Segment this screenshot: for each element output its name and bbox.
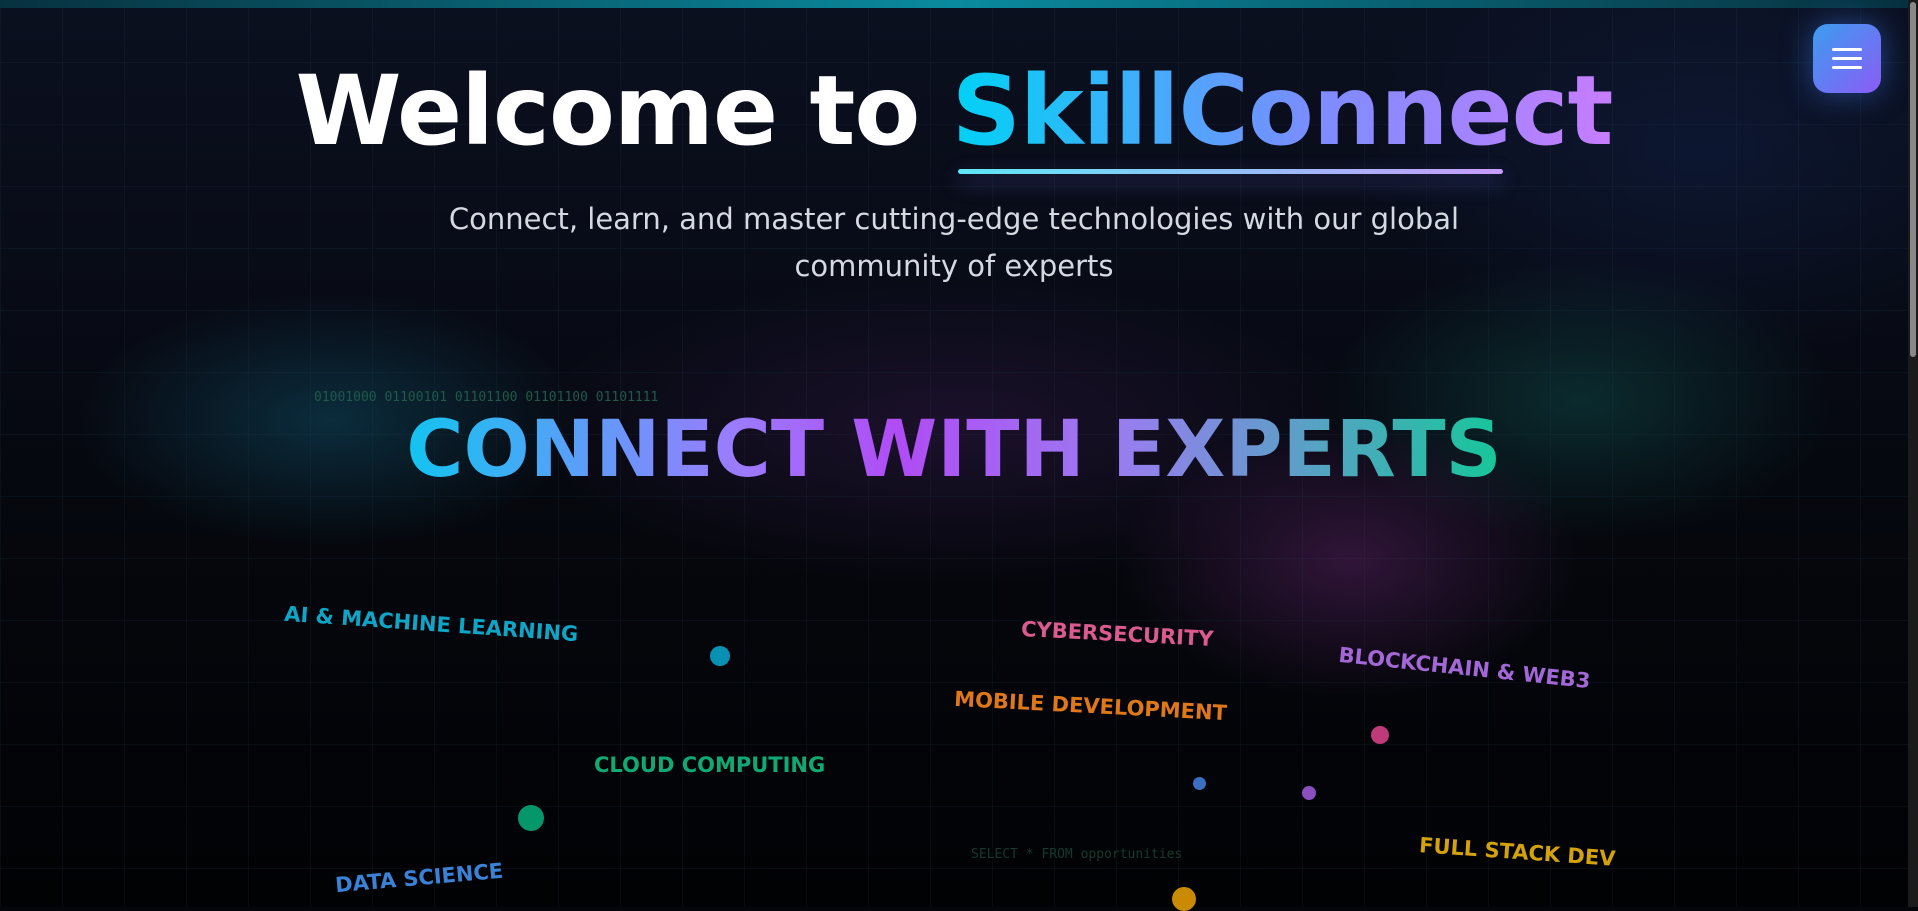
brand-name: SkillConnect [951,55,1614,167]
top-accent-bar [0,0,1908,8]
title-prefix: Welcome to [295,55,921,167]
binary-decoration: 01001000 01100101 01101100 01101100 0110… [314,390,659,405]
node-dot [710,646,730,666]
page-title: Welcome to SkillConnect [0,55,1908,167]
node-dot [1371,726,1389,744]
node-dot [518,805,544,831]
section-title-text: CONNECT WITH EXPERTS [406,405,1502,495]
scrollbar-thumb[interactable] [1910,2,1916,357]
subtitle: Connect, learn, and master cutting-edge … [448,202,1460,283]
skill-cloud[interactable]: CLOUD COMPUTING [594,753,825,777]
scrollbar[interactable] [1908,0,1918,907]
sql-decoration: SELECT * FROM opportunities [971,847,1183,862]
section-title: CONNECT WITH EXPERTS [0,405,1908,495]
node-dot [1172,887,1196,911]
node-dot [1302,786,1316,800]
node-dot [1193,777,1206,790]
title-underline [958,169,1503,174]
hamburger-menu-icon [1832,48,1862,51]
